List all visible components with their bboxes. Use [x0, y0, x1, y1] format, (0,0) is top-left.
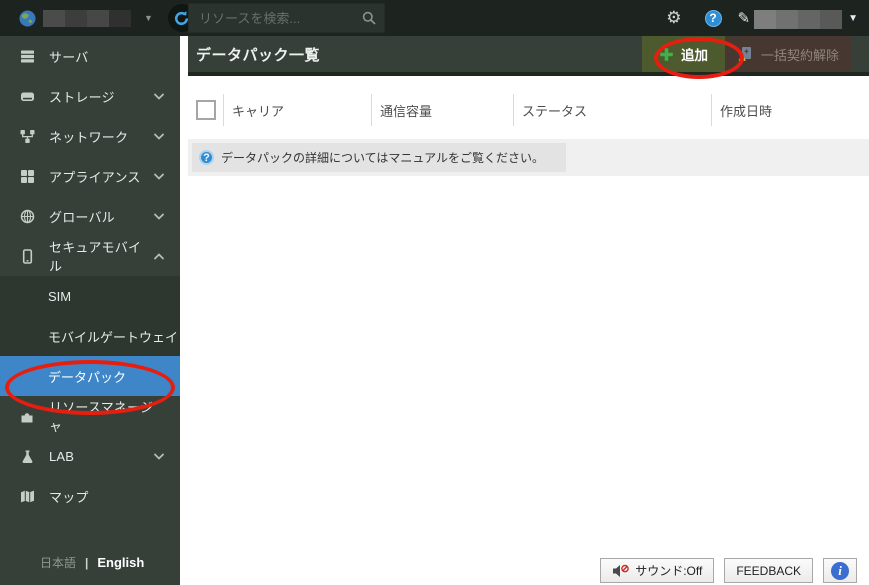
column-header-capacity: 通信容量: [371, 84, 513, 136]
sidebar-item-label: データパック: [48, 367, 126, 386]
language-japanese[interactable]: 日本語: [40, 554, 76, 571]
sidebar-item-map[interactable]: マップ: [0, 476, 180, 516]
sidebar-item-server[interactable]: サーバ: [0, 36, 180, 76]
notice-text: データパックの詳細についてはマニュアルをご覧ください。: [221, 149, 544, 166]
redacted-account-name: [754, 10, 842, 27]
mobile-icon: [20, 249, 36, 264]
flask-icon: [20, 449, 36, 464]
main-content: データパック一覧 追加 一括契約解除 キャリア 通信容量 ステータス 作成日時 …: [180, 36, 869, 585]
notice-band: ? データパックの詳細についてはマニュアルをご覧ください。: [188, 139, 869, 176]
language-switcher: 日本語 | English: [40, 554, 144, 571]
globe-icon: [20, 209, 36, 224]
notice-message: ? データパックの詳細についてはマニュアルをご覧ください。: [192, 143, 566, 172]
add-button-label: 追加: [681, 44, 708, 64]
select-all-checkbox[interactable]: [196, 100, 216, 120]
plus-icon: [659, 47, 674, 62]
redacted-zone-name: [43, 10, 131, 27]
header-divider: [188, 72, 869, 76]
sidebar-item-label: SIM: [48, 289, 71, 304]
globe-logo-icon: [19, 10, 36, 27]
feedback-button-label: FEEDBACK: [736, 564, 801, 578]
sidebar-item-label: アプライアンス: [49, 167, 154, 186]
page-title: データパック一覧: [188, 44, 642, 65]
sidebar-item-sim[interactable]: SIM: [0, 276, 180, 316]
puzzle-icon: [20, 409, 36, 424]
column-header-carrier: キャリア: [223, 84, 371, 136]
sound-toggle-button[interactable]: サウンド:Off: [600, 558, 714, 583]
sidebar-item-appliance[interactable]: アプライアンス: [0, 156, 180, 196]
sidebar-item-network[interactable]: ネットワーク: [0, 116, 180, 156]
chevron-down-icon: [154, 173, 164, 180]
info-icon: i: [831, 562, 849, 580]
sidebar-item-resource-manager[interactable]: リソースマネージャ: [0, 396, 180, 436]
chevron-down-icon: [154, 93, 164, 100]
sound-button-label: サウンド:Off: [635, 562, 702, 579]
bulk-cancel-button[interactable]: 一括契約解除: [725, 36, 852, 72]
chevron-down-icon: [154, 453, 164, 460]
sidebar-item-lab[interactable]: LAB: [0, 436, 180, 476]
language-english[interactable]: English: [97, 555, 144, 570]
storage-icon: [20, 89, 36, 104]
sidebar-item-storage[interactable]: ストレージ: [0, 76, 180, 116]
column-header-status: ステータス: [513, 84, 711, 136]
appliance-icon: [20, 169, 36, 184]
language-divider: |: [85, 556, 88, 570]
pen-icon: ✎: [738, 9, 751, 27]
sidebar-item-label: グローバル: [49, 207, 154, 226]
chevron-down-icon: [154, 213, 164, 220]
add-button[interactable]: 追加: [642, 36, 725, 72]
sidebar-item-label: ネットワーク: [49, 127, 154, 146]
topbar-right: ⚙ ? ✎ ▼: [666, 0, 858, 36]
sidebar-item-label: ストレージ: [49, 87, 154, 106]
network-icon: [20, 129, 36, 144]
resource-search: [188, 3, 385, 33]
sidebar-item-label: サーバ: [49, 47, 164, 66]
sidebar-item-label: LAB: [49, 449, 154, 464]
chevron-down-icon: ▼: [144, 13, 153, 23]
sidebar-item-label: セキュアモバイル: [49, 237, 154, 275]
gear-icon[interactable]: ⚙: [666, 8, 681, 28]
footer-buttons: サウンド:Off FEEDBACK i: [600, 558, 857, 583]
search-input[interactable]: [188, 3, 385, 33]
topbar: ▼ ⚙ ? ✎ ▼: [0, 0, 869, 36]
sidebar-item-label: モバイルゲートウェイ: [48, 327, 178, 346]
bulk-cancel-label: 一括契約解除: [761, 45, 839, 64]
select-all-cell: [188, 84, 223, 136]
secure-mobile-submenu: SIM モバイルゲートウェイ データパック: [0, 276, 180, 396]
sidebar: サーバ ストレージ ネットワーク アプライアンス グローバル: [0, 36, 180, 585]
chevron-down-icon: ▼: [848, 13, 858, 24]
info-button[interactable]: i: [823, 558, 857, 583]
sidebar-item-mobile-gateway[interactable]: モバイルゲートウェイ: [0, 316, 180, 356]
sidebar-item-global[interactable]: グローバル: [0, 196, 180, 236]
sidebar-item-datapack[interactable]: データパック: [0, 356, 180, 396]
zone-selector[interactable]: ▼: [0, 10, 153, 27]
chevron-up-icon: [154, 253, 164, 260]
help-icon: ?: [199, 150, 214, 165]
table-header-row: キャリア 通信容量 ステータス 作成日時: [188, 84, 869, 136]
sidebar-item-label: マップ: [49, 487, 164, 506]
page-header: データパック一覧 追加 一括契約解除: [188, 36, 869, 72]
sidebar-item-secure-mobile[interactable]: セキュアモバイル: [0, 236, 180, 276]
column-header-created: 作成日時: [711, 84, 869, 136]
feedback-button[interactable]: FEEDBACK: [724, 558, 813, 583]
help-icon[interactable]: ?: [705, 10, 722, 27]
map-icon: [20, 489, 36, 504]
server-icon: [20, 49, 36, 64]
sidebar-item-label: リソースマネージャ: [49, 397, 164, 435]
search-icon: [362, 11, 376, 30]
contract-warning-icon: [738, 46, 754, 62]
chevron-down-icon: [154, 133, 164, 140]
account-menu[interactable]: ▼: [754, 10, 858, 27]
speaker-muted-icon: [612, 564, 629, 578]
